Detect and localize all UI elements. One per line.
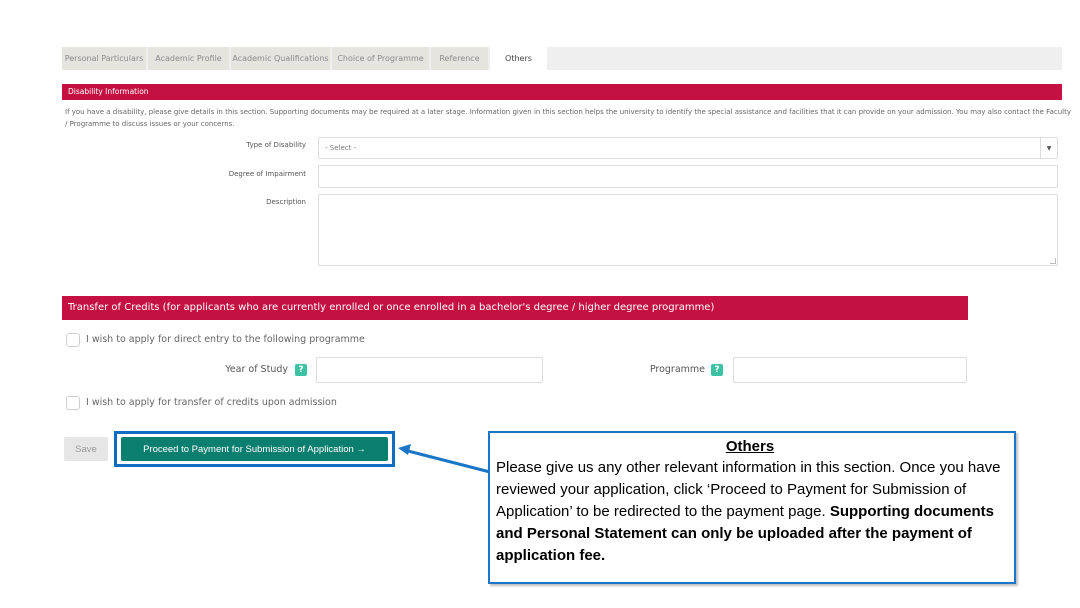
callout-body: Please give us any other relevant inform…	[496, 457, 1004, 567]
callout-title: Others	[725, 438, 775, 455]
arrow-line	[407, 449, 491, 474]
arrow-head-icon	[398, 444, 411, 455]
others-callout: Others Please give us any other relevant…	[488, 431, 1016, 584]
